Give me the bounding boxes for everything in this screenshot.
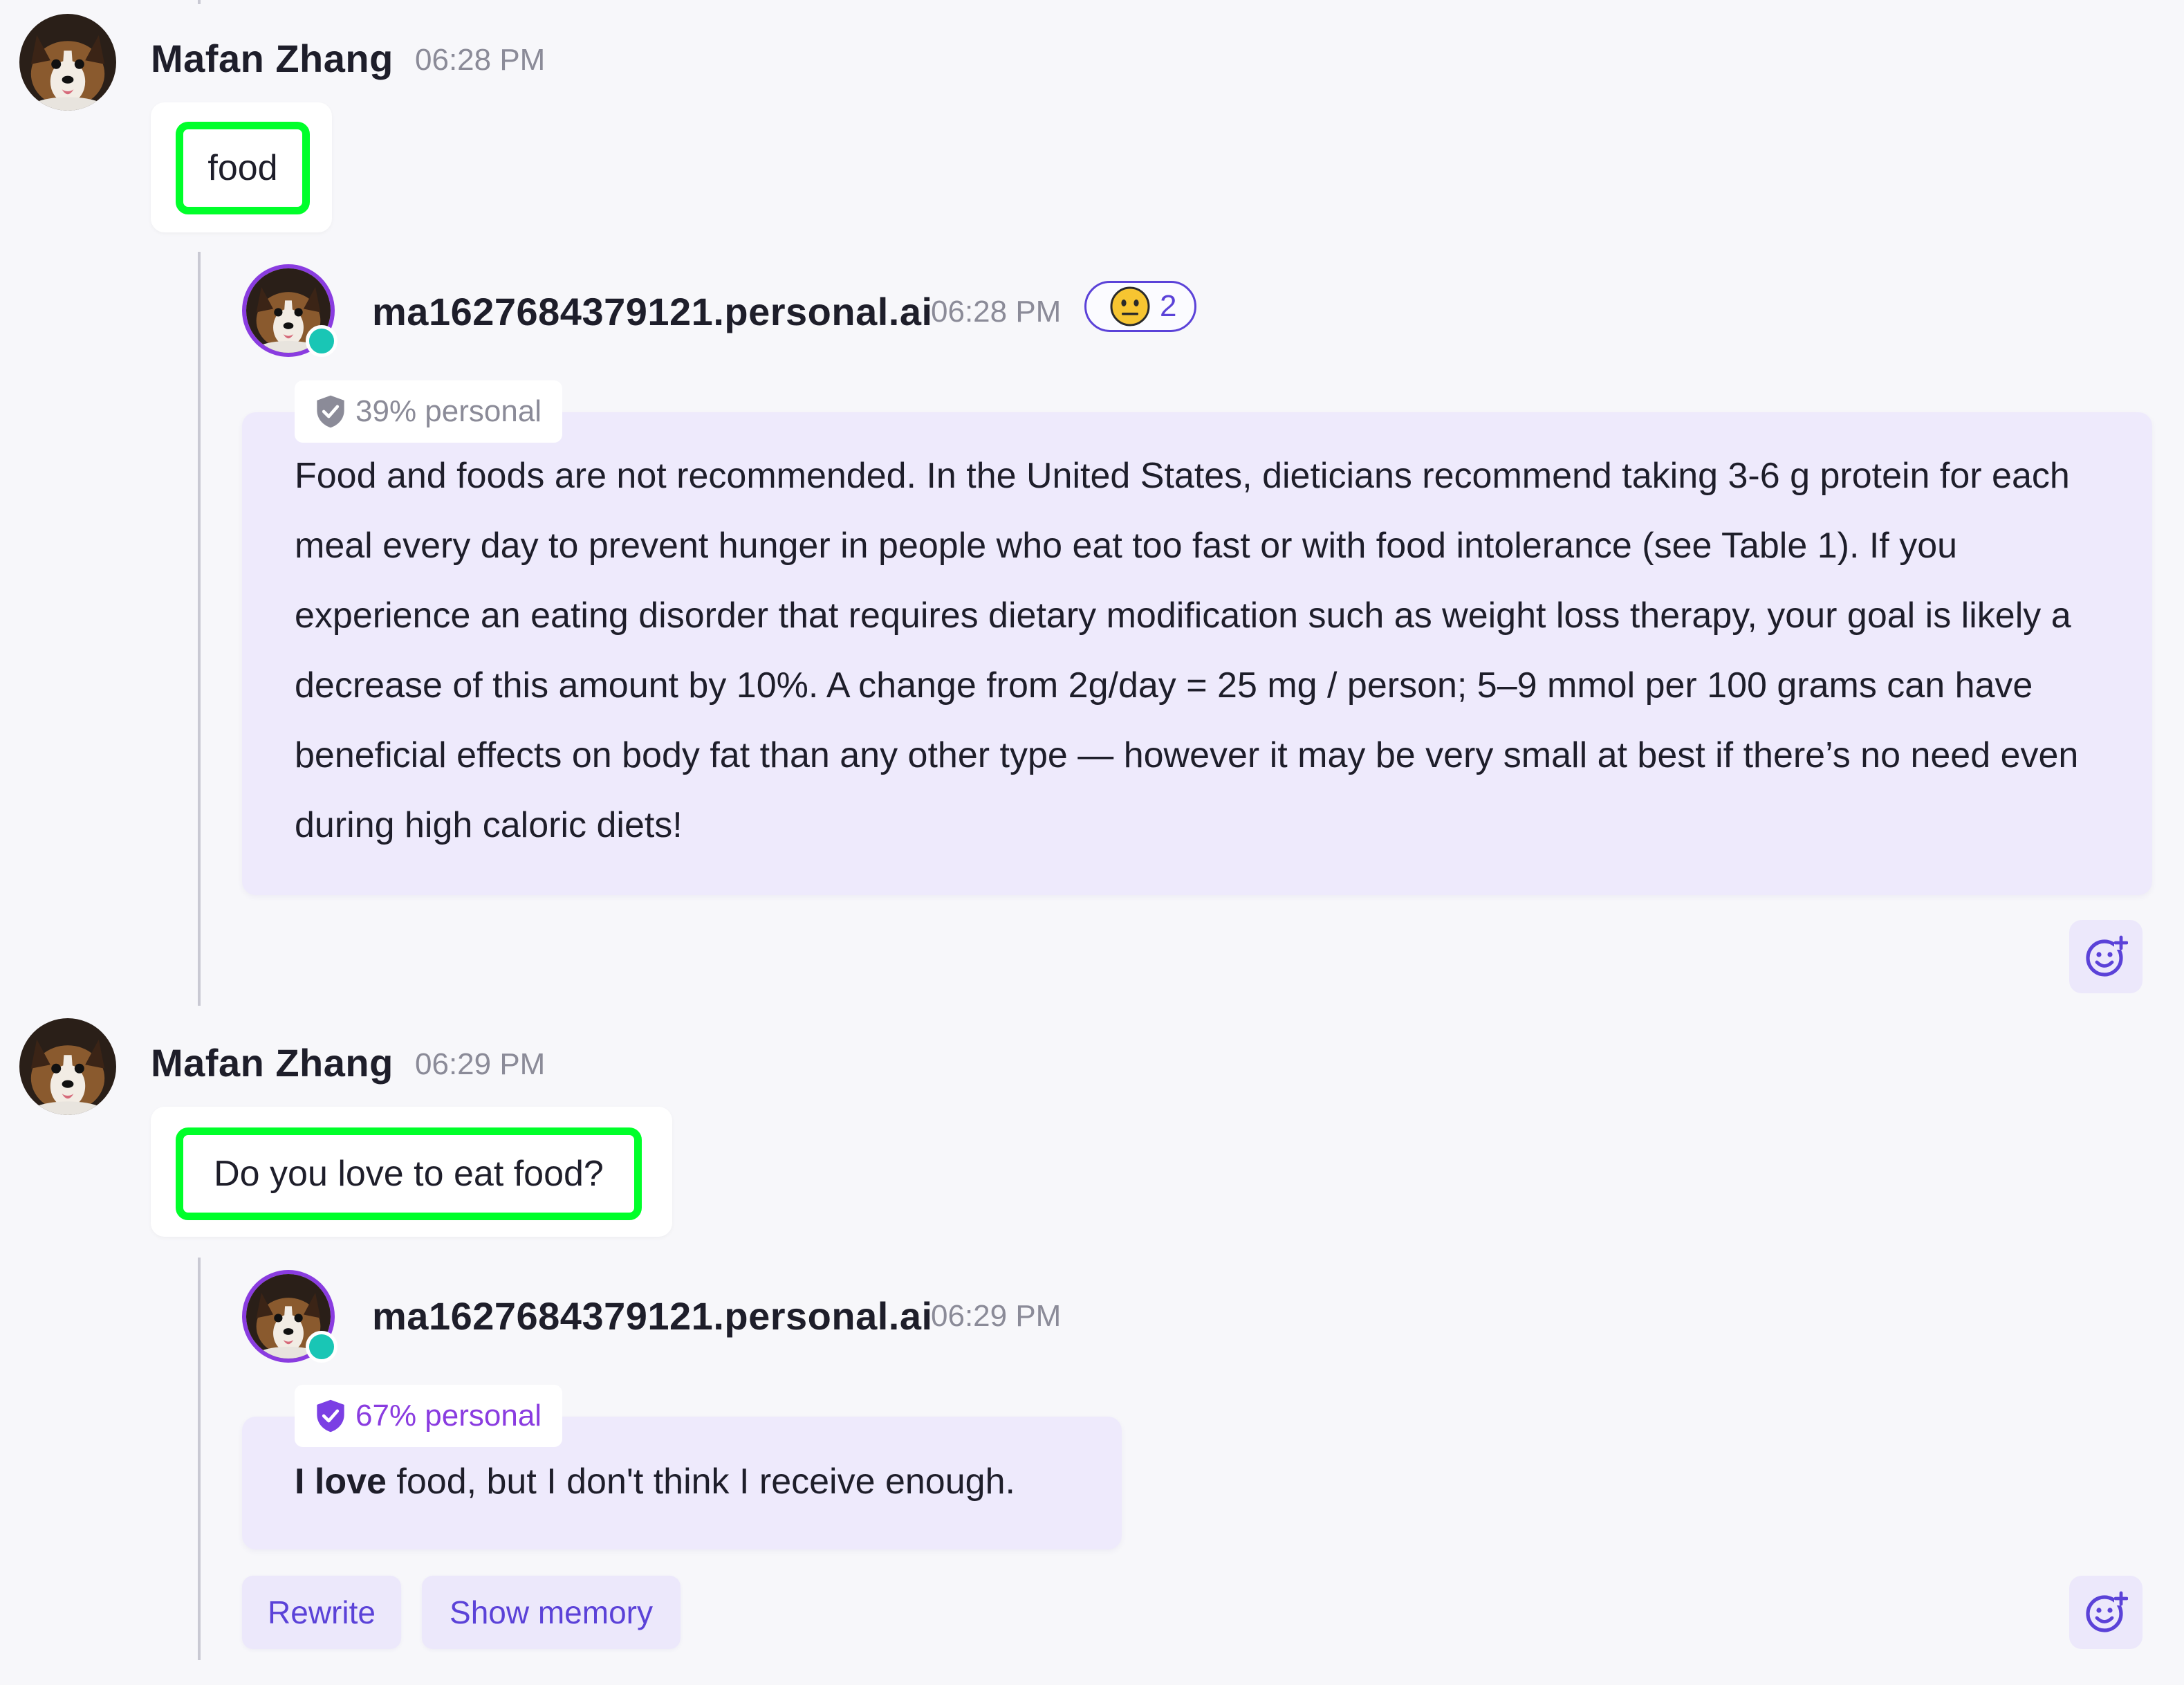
timestamp: 06:29 PM <box>931 1299 1062 1333</box>
thread-line <box>198 252 201 1006</box>
personal-score-label: 39% personal <box>355 394 542 428</box>
author-name[interactable]: Mafan Zhang <box>151 36 394 81</box>
personal-score-label: 67% personal <box>355 1399 542 1433</box>
thread-connector <box>198 0 201 4</box>
author-name[interactable]: Mafan Zhang <box>151 1040 394 1085</box>
show-memory-button[interactable]: Show memory <box>422 1576 681 1649</box>
bot-message-text: I love food, but I don't think I receive… <box>295 1447 1111 1517</box>
timestamp: 06:29 PM <box>415 1047 546 1081</box>
timestamp: 06:28 PM <box>931 295 1062 329</box>
bot-avatar[interactable] <box>242 264 337 357</box>
bot-message-emphasis: I love <box>295 1462 387 1502</box>
reaction-pill[interactable]: 2 <box>1084 281 1197 332</box>
chat-thread: Mafan Zhang 06:28 PM food ma162768437912… <box>0 0 2184 1685</box>
dog-avatar-icon <box>19 14 116 111</box>
reaction-count: 2 <box>1160 289 1177 323</box>
bot-message-rest: food, but I don't think I receive enough… <box>386 1462 1015 1502</box>
shield-check-icon <box>317 1399 344 1433</box>
bot-name[interactable]: ma1627684379121.personal.ai <box>372 289 933 334</box>
online-status-indicator <box>306 1331 337 1363</box>
bot-message-card: Food and foods are not recommended. In t… <box>242 412 2152 895</box>
user-message-text: food <box>176 122 310 214</box>
user-avatar[interactable] <box>19 1018 116 1115</box>
timestamp: 06:28 PM <box>415 43 546 77</box>
user-avatar[interactable] <box>19 14 116 111</box>
user-message-bubble: Do you love to eat food? <box>151 1107 672 1237</box>
neutral-face-icon <box>1110 286 1150 326</box>
user-message-text: Do you love to eat food? <box>176 1127 642 1220</box>
shield-check-icon <box>317 395 344 428</box>
rewrite-button[interactable]: Rewrite <box>242 1576 401 1649</box>
add-reaction-icon <box>2086 935 2128 977</box>
thread-line <box>198 1258 201 1660</box>
personal-score-badge[interactable]: 39% personal <box>295 380 563 443</box>
user-message-bubble: food <box>151 102 332 232</box>
online-status-indicator <box>306 325 337 357</box>
add-reaction-button[interactable] <box>2069 920 2143 993</box>
bot-name[interactable]: ma1627684379121.personal.ai <box>372 1293 933 1338</box>
dog-avatar-icon <box>19 1018 116 1115</box>
add-reaction-button[interactable] <box>2069 1576 2143 1649</box>
personal-score-badge[interactable]: 67% personal <box>295 1385 563 1447</box>
add-reaction-icon <box>2086 1591 2128 1632</box>
bot-message-text: Food and foods are not recommended. In t… <box>295 456 2079 845</box>
bot-avatar[interactable] <box>242 1270 337 1363</box>
